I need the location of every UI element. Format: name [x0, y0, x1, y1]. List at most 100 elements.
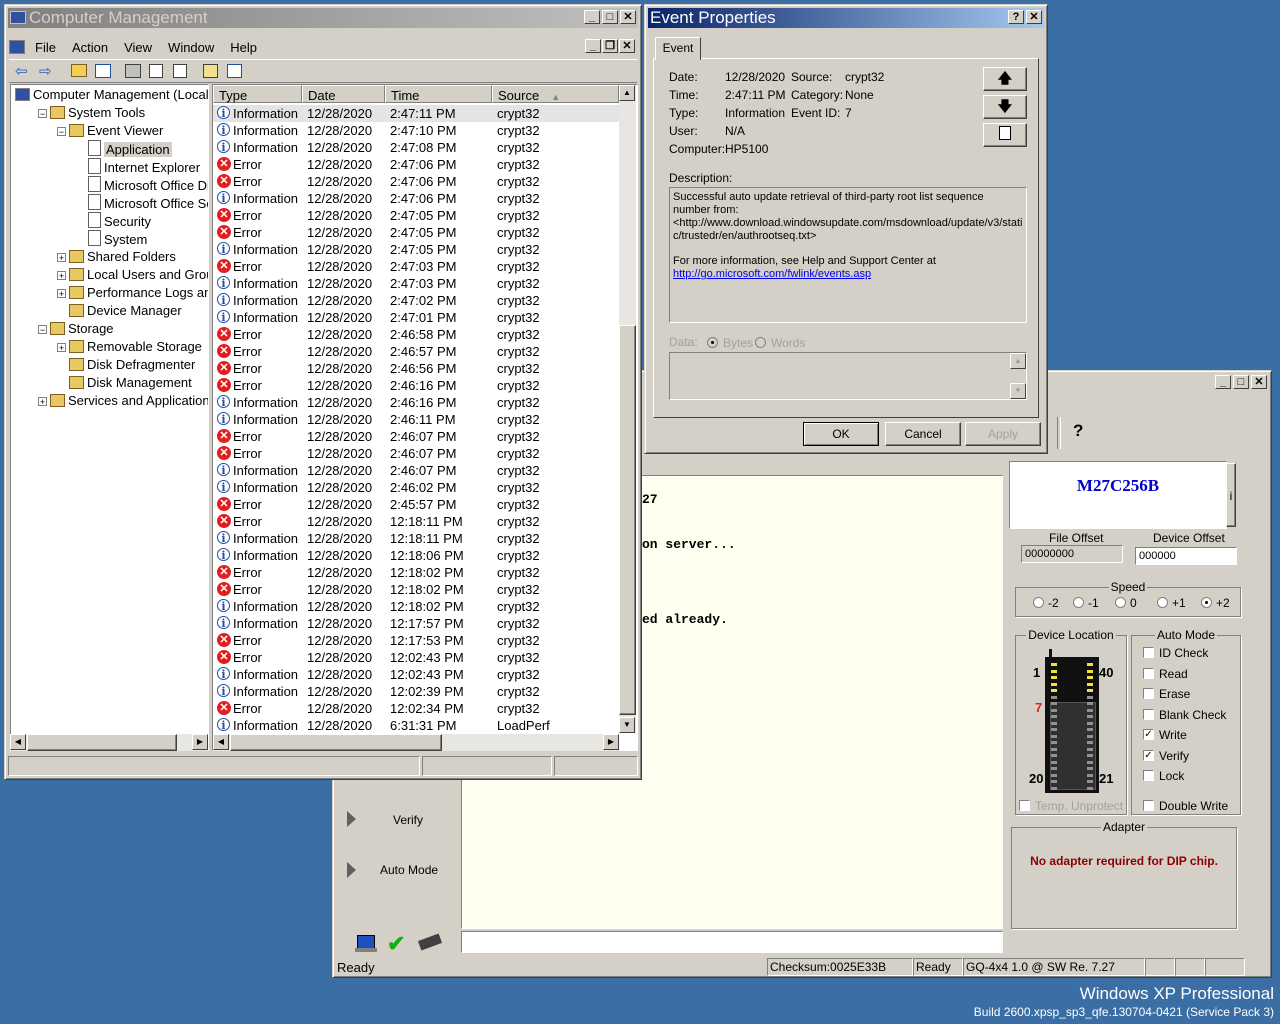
event-row[interactable]: i Information 12/28/2020 12:18:06 PM crypt32 [213, 547, 619, 564]
tree-hscroll[interactable]: ◀ ▶ [10, 734, 208, 751]
auto-mode-checkbox[interactable] [1143, 647, 1154, 658]
scroll-right-button[interactable]: ▶ [603, 734, 619, 750]
auto-mode-checkbox[interactable] [1143, 688, 1154, 699]
action-verify[interactable]: Verify [393, 813, 423, 827]
tree-item[interactable]: Internet Explorer [88, 158, 200, 176]
menu-window[interactable]: Window [160, 40, 222, 55]
computer-management-titlebar[interactable]: Computer Management _ □ ✕ [8, 8, 638, 28]
temp-unprotect-checkbox[interactable] [1019, 800, 1030, 811]
child-restore-button[interactable]: ❐ [602, 39, 618, 53]
data-box[interactable]: ▲ ▼ [669, 352, 1027, 400]
event-row[interactable]: i Information 12/28/2020 2:46:07 PM crypt32 [213, 462, 619, 479]
tree-item[interactable]: Services and Applications [50, 392, 208, 410]
event-row[interactable]: ✕ Error 12/28/2020 2:47:05 PM crypt32 [213, 224, 619, 241]
speed-radio[interactable] [1073, 597, 1084, 608]
event-row[interactable]: i Information 12/28/2020 12:18:02 PM crypt32 [213, 598, 619, 615]
event-row[interactable]: i Information 12/28/2020 2:46:11 PM crypt32 [213, 411, 619, 428]
expand-icon[interactable]: + [57, 343, 66, 353]
event-row[interactable]: ✕ Error 12/28/2020 2:46:57 PM crypt32 [213, 343, 619, 360]
event-row[interactable]: ✕ Error 12/28/2020 2:46:56 PM crypt32 [213, 360, 619, 377]
action-auto-mode[interactable]: Auto Mode [380, 863, 438, 877]
auto-mode-checkbox[interactable] [1143, 708, 1154, 720]
tab-event[interactable]: Event [655, 37, 701, 60]
event-row[interactable]: i Information 12/28/2020 12:02:43 PM crypt32 [213, 666, 619, 683]
menu-help[interactable]: Help [222, 40, 265, 55]
column-header-date[interactable]: Date [302, 85, 385, 103]
minimize-button[interactable]: _ [1215, 375, 1231, 389]
tree-item[interactable]: Local Users and Groups [69, 266, 208, 284]
refresh-icon[interactable] [149, 64, 163, 78]
maximize-button[interactable]: □ [1233, 375, 1249, 389]
scroll-thumb[interactable] [619, 325, 636, 715]
file-offset-field[interactable]: 00000000 [1021, 545, 1123, 563]
tree-item[interactable]: Removable Storage [69, 338, 202, 356]
scroll-thumb[interactable] [27, 734, 177, 751]
next-event-button[interactable]: 🡇 [983, 95, 1027, 119]
cancel-button[interactable]: Cancel [885, 422, 961, 446]
help-icon[interactable] [203, 64, 218, 78]
auto-mode-checkbox[interactable]: ✓ [1143, 749, 1154, 761]
collapse-icon[interactable]: − [38, 325, 47, 335]
child-minimize-button[interactable]: _ [585, 39, 601, 53]
scroll-up-button[interactable]: ▲ [619, 85, 635, 101]
scroll-left-button[interactable]: ◀ [213, 734, 229, 750]
close-button[interactable]: ✕ [1026, 10, 1042, 24]
child-close-button[interactable]: ✕ [619, 39, 635, 53]
event-row[interactable]: i Information 12/28/2020 2:47:01 PM crypt32 [213, 309, 619, 326]
previous-event-button[interactable]: 🡅 [983, 67, 1027, 91]
device-info-button[interactable]: i [1226, 463, 1236, 527]
scroll-up-button[interactable]: ▲ [1010, 353, 1026, 369]
tree-item[interactable]: Storage [50, 320, 114, 338]
tree-item[interactable]: Device Manager [69, 302, 182, 320]
event-row[interactable]: ✕ Error 12/28/2020 12:18:11 PM crypt32 [213, 513, 619, 530]
words-radio[interactable] [755, 337, 766, 348]
expand-icon[interactable]: + [57, 289, 66, 299]
event-row[interactable]: ✕ Error 12/28/2020 2:46:07 PM crypt32 [213, 428, 619, 445]
tree-item[interactable]: Performance Logs and A [69, 284, 208, 302]
column-header-source[interactable]: Source ▲ [492, 85, 619, 103]
event-row[interactable]: ✕ Error 12/28/2020 2:47:05 PM crypt32 [213, 207, 619, 224]
event-row[interactable]: i Information 12/28/2020 2:46:02 PM crypt32 [213, 479, 619, 496]
action-arrow-icon[interactable] [347, 862, 356, 878]
event-list-hscroll[interactable]: ◀ ▶ [213, 734, 619, 751]
up-folder-icon[interactable] [71, 64, 87, 77]
event-row[interactable]: i Information 12/28/2020 2:47:11 PM crypt32 [213, 105, 619, 122]
back-arrow-icon[interactable]: ⇦ [15, 62, 28, 80]
expand-icon[interactable]: + [38, 397, 47, 407]
tree-item[interactable]: Application [88, 140, 172, 158]
tree-item[interactable]: Microsoft Office Sess [88, 194, 208, 212]
event-row[interactable]: ✕ Error 12/28/2020 2:47:06 PM crypt32 [213, 173, 619, 190]
event-row[interactable]: i Information 12/28/2020 6:31:31 PM LoadPerf [213, 717, 619, 734]
device-offset-field[interactable]: 000000 [1135, 547, 1237, 565]
event-row[interactable]: ✕ Error 12/28/2020 2:47:03 PM crypt32 [213, 258, 619, 275]
console-tree-icon[interactable] [227, 64, 242, 78]
column-header-type[interactable]: Type [213, 85, 302, 103]
collapse-icon[interactable]: − [57, 127, 66, 137]
description-link[interactable]: http://go.microsoft.com/fwlink/events.as… [673, 268, 1023, 281]
scroll-down-button[interactable]: ▼ [1010, 383, 1026, 399]
copy-button[interactable] [983, 123, 1027, 147]
event-row[interactable]: i Information 12/28/2020 12:18:11 PM crypt32 [213, 530, 619, 547]
tree-item[interactable]: System [88, 230, 147, 248]
menu-action[interactable]: Action [64, 40, 116, 55]
event-row[interactable]: i Information 12/28/2020 2:47:05 PM crypt32 [213, 241, 619, 258]
properties-icon[interactable] [125, 64, 141, 78]
event-row[interactable]: ✕ Error 12/28/2020 2:46:07 PM crypt32 [213, 445, 619, 462]
event-row[interactable]: ✕ Error 12/28/2020 12:18:02 PM crypt32 [213, 581, 619, 598]
event-row[interactable]: ✕ Error 12/28/2020 12:02:43 PM crypt32 [213, 649, 619, 666]
close-button[interactable]: ✕ [1251, 375, 1267, 389]
event-row[interactable]: i Information 12/28/2020 2:47:06 PM crypt32 [213, 190, 619, 207]
event-row[interactable]: i Information 12/28/2020 12:02:39 PM crypt32 [213, 683, 619, 700]
scroll-down-button[interactable]: ▼ [619, 717, 635, 733]
auto-mode-checkbox[interactable] [1143, 770, 1154, 781]
help-button[interactable]: ? [1008, 10, 1024, 24]
event-row[interactable]: ✕ Error 12/28/2020 2:47:06 PM crypt32 [213, 156, 619, 173]
tree-item[interactable]: Disk Defragmenter [69, 356, 195, 374]
event-row[interactable]: ✕ Error 12/28/2020 2:45:57 PM crypt32 [213, 496, 619, 513]
speed-radio[interactable] [1201, 597, 1212, 608]
description-box[interactable]: Successful auto update retrieval of thir… [669, 187, 1027, 323]
speed-radio[interactable] [1115, 597, 1126, 608]
scroll-right-button[interactable]: ▶ [192, 734, 208, 750]
action-arrow-icon[interactable] [347, 811, 356, 827]
expand-icon[interactable]: + [57, 271, 66, 281]
